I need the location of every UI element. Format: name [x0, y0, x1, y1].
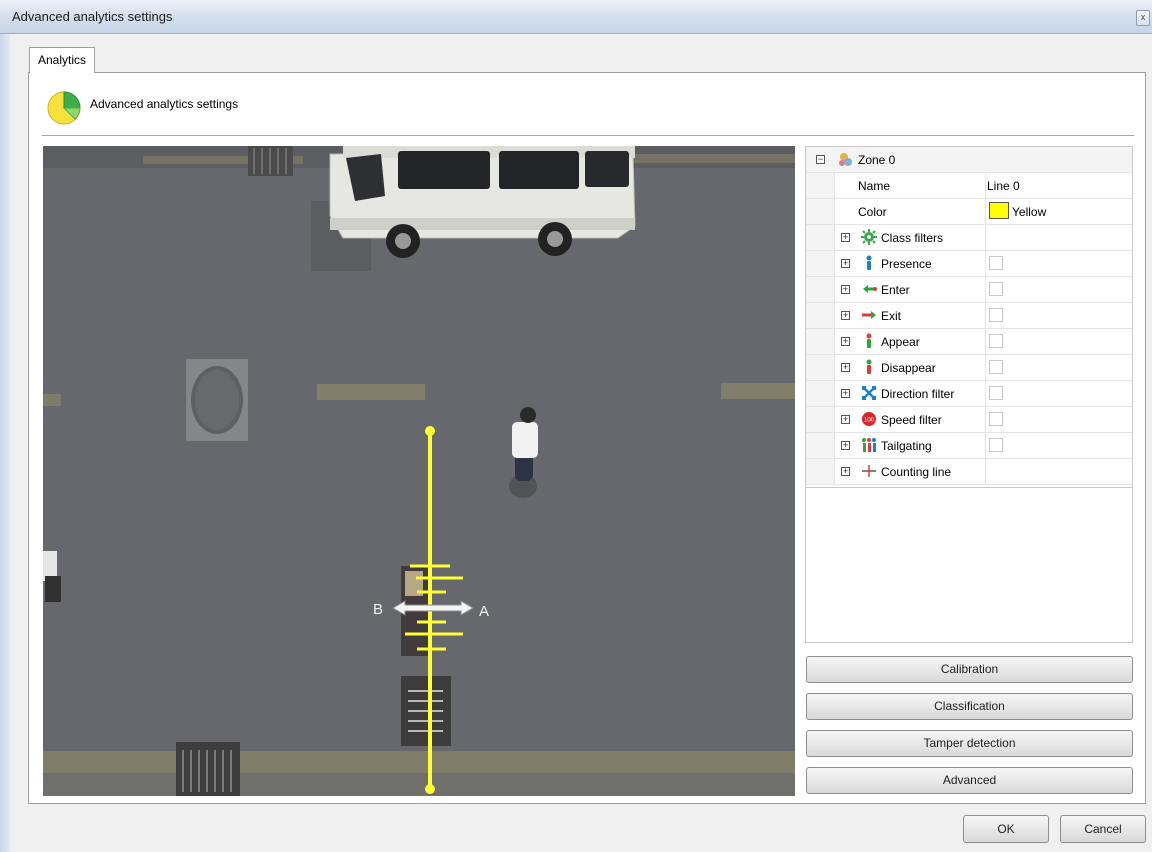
tamper-detection-button[interactable]: Tamper detection: [806, 730, 1133, 757]
expand-icon[interactable]: +: [841, 311, 850, 320]
tailgating-checkbox[interactable]: [989, 438, 1003, 452]
header-divider: [42, 135, 1134, 136]
presence-label: Presence: [881, 257, 932, 271]
header-title: Advanced analytics settings: [90, 97, 239, 111]
advanced-button[interactable]: Advanced: [806, 767, 1133, 794]
disappear-label: Disappear: [881, 361, 936, 375]
exit-icon: [862, 311, 876, 319]
direction-filter-checkbox[interactable]: [989, 386, 1003, 400]
expand-icon[interactable]: +: [841, 233, 850, 242]
enter-icon: [863, 285, 877, 293]
property-row-counting-line[interactable]: + Counting line: [806, 459, 1132, 485]
presence-checkbox[interactable]: [989, 256, 1003, 270]
ok-button[interactable]: OK: [963, 815, 1049, 843]
counting-line-label: Counting line: [881, 465, 952, 479]
expand-icon[interactable]: +: [841, 467, 850, 476]
property-grid-divider: [806, 487, 1132, 488]
color-value: Yellow: [1012, 205, 1047, 219]
calibration-button[interactable]: Calibration: [806, 656, 1133, 683]
direction-label-b: B: [373, 601, 383, 618]
zone-row[interactable]: − Zone 0: [806, 147, 1132, 173]
expand-icon[interactable]: +: [841, 415, 850, 424]
property-grid: − Zone 0 Name Line 0 Color Yellow + Class…: [805, 146, 1133, 643]
window-title: Advanced analytics settings: [12, 9, 173, 24]
window-frame-left: [0, 34, 10, 852]
enter-label: Enter: [881, 283, 910, 297]
svg-text:100: 100: [864, 418, 875, 424]
appear-label: Appear: [881, 335, 920, 349]
speed-filter-checkbox[interactable]: [989, 412, 1003, 426]
title-bar: Advanced analytics settings x: [0, 0, 1152, 34]
property-row-direction-filter[interactable]: + Direction filter: [806, 381, 1132, 407]
tab-analytics[interactable]: Analytics: [29, 47, 95, 73]
color-swatch[interactable]: [989, 202, 1009, 219]
appear-icon: [866, 333, 872, 348]
expand-icon[interactable]: +: [841, 441, 850, 450]
direction-filter-label: Direction filter: [881, 387, 955, 401]
property-row-class-filters[interactable]: + Class filters: [806, 225, 1132, 251]
property-row-name[interactable]: Name Line 0: [806, 173, 1132, 199]
counting-line-icon: [862, 465, 876, 477]
tailgating-label: Tailgating: [881, 439, 932, 453]
collapse-icon[interactable]: −: [816, 155, 825, 164]
gear-icon: [861, 229, 877, 245]
exit-checkbox[interactable]: [989, 308, 1003, 322]
property-row-disappear[interactable]: + Disappear: [806, 355, 1132, 381]
video-view[interactable]: B A: [43, 146, 795, 796]
property-row-tailgating[interactable]: + Tailgating: [806, 433, 1132, 459]
expand-icon[interactable]: +: [841, 337, 850, 346]
property-row-speed-filter[interactable]: +100 Speed filter: [806, 407, 1132, 433]
class-filters-label: Class filters: [881, 231, 944, 245]
direction-label-a: A: [479, 603, 489, 620]
expand-icon[interactable]: +: [841, 285, 850, 294]
enter-checkbox[interactable]: [989, 282, 1003, 296]
color-label: Color: [858, 205, 887, 219]
expand-icon[interactable]: +: [841, 389, 850, 398]
presence-icon: [866, 255, 872, 270]
property-row-color[interactable]: Color Yellow: [806, 199, 1132, 225]
cancel-button[interactable]: Cancel: [1060, 815, 1146, 843]
speed-filter-label: Speed filter: [881, 413, 942, 427]
name-value[interactable]: Line 0: [987, 179, 1020, 193]
appear-checkbox[interactable]: [989, 334, 1003, 348]
tailgating-icon: [862, 438, 876, 452]
speed-icon: 100: [862, 412, 876, 426]
close-icon[interactable]: x: [1136, 10, 1150, 26]
property-row-appear[interactable]: + Appear: [806, 329, 1132, 355]
pie-chart-icon: [47, 91, 81, 125]
classification-button[interactable]: Classification: [806, 693, 1133, 720]
disappear-icon: [866, 359, 872, 374]
disappear-checkbox[interactable]: [989, 360, 1003, 374]
name-label: Name: [858, 179, 891, 193]
expand-icon[interactable]: +: [841, 259, 850, 268]
direction-icon: [862, 386, 876, 400]
property-row-enter[interactable]: + Enter: [806, 277, 1132, 303]
exit-label: Exit: [881, 309, 902, 323]
property-row-exit[interactable]: + Exit: [806, 303, 1132, 329]
property-row-presence[interactable]: + Presence: [806, 251, 1132, 277]
zone-icon: [839, 153, 852, 166]
expand-icon[interactable]: +: [841, 363, 850, 372]
zone-label: Zone 0: [858, 153, 896, 167]
